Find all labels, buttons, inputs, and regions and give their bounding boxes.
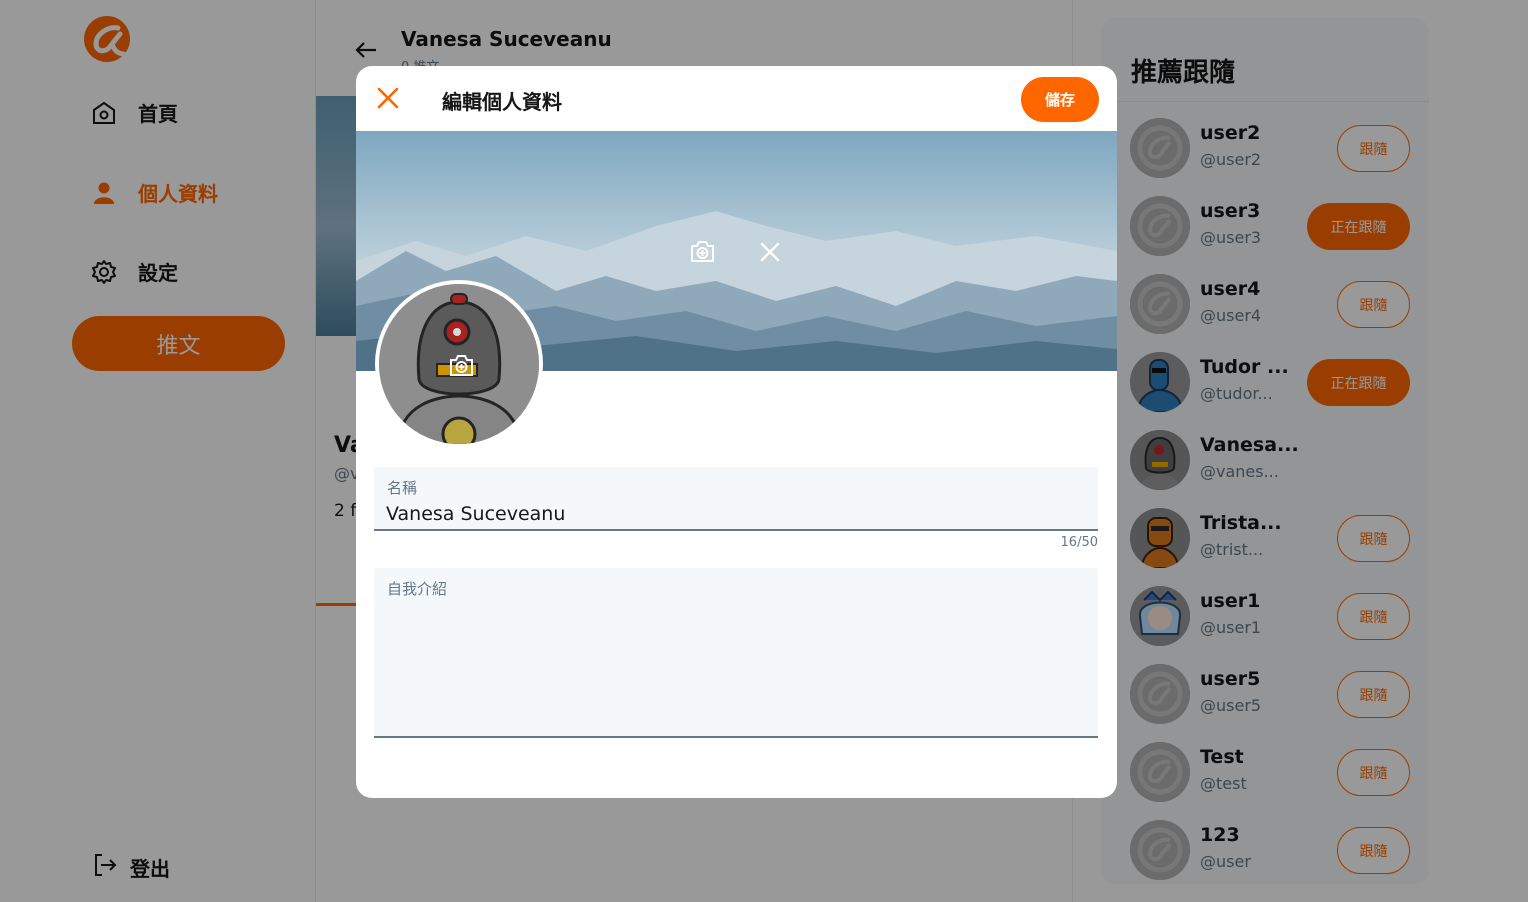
name-field-label: 名稱 [387, 479, 418, 497]
bio-field[interactable]: 自我介紹 [374, 568, 1098, 738]
modal-title: 編輯個人資料 [442, 90, 562, 114]
name-field[interactable]: 名稱 [374, 467, 1098, 531]
remove-cover-icon[interactable] [758, 240, 782, 264]
bio-input[interactable] [386, 604, 1086, 724]
avatar [375, 280, 543, 448]
name-char-counter: 16/50 [1060, 535, 1098, 550]
bio-field-label: 自我介紹 [387, 580, 448, 598]
close-icon[interactable] [376, 86, 400, 110]
avatar-image [379, 284, 539, 444]
camera-add-icon[interactable] [689, 238, 716, 265]
name-input[interactable] [386, 503, 1086, 525]
edit-profile-modal: 編輯個人資料 儲存 名稱 Vanesa Suceveanu 16/50 自我介紹 [356, 66, 1117, 798]
avatar-camera-add-icon[interactable] [448, 352, 475, 379]
modal-header: 編輯個人資料 儲存 [356, 66, 1117, 131]
save-button[interactable]: 儲存 [1021, 77, 1099, 122]
